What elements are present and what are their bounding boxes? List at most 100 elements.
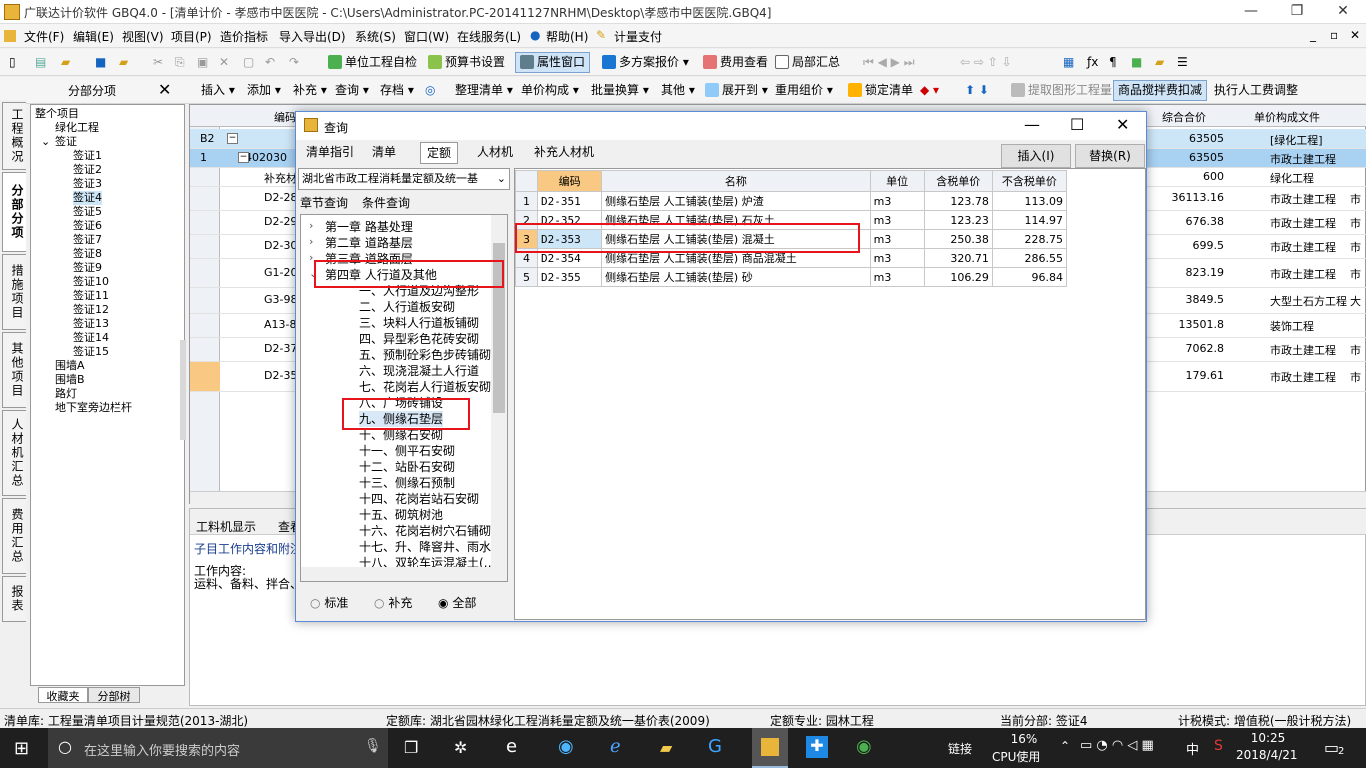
- tree-item[interactable]: 签证1: [73, 149, 102, 163]
- quota-cell-notax[interactable]: 286.55: [991, 248, 1068, 268]
- green-app-icon[interactable]: ◉: [856, 736, 872, 757]
- browser-icon[interactable]: ◉: [558, 736, 574, 757]
- up-icon[interactable]: ⬆ ⬇: [960, 80, 994, 101]
- tab-supplement-lmm[interactable]: 补充人材机: [528, 142, 600, 164]
- other-button[interactable]: 其他 ▾: [656, 80, 700, 101]
- plus-app-icon[interactable]: ✚: [806, 736, 828, 758]
- section-item[interactable]: 四、异型彩色花砖安砌: [359, 331, 479, 347]
- radio-supplement[interactable]: ○ 补充: [374, 594, 412, 611]
- row-total[interactable]: 676.38: [1144, 215, 1225, 228]
- radio-standard[interactable]: ○ 标准: [310, 594, 348, 611]
- quota-cell-unit[interactable]: m3: [869, 248, 925, 268]
- quota-cell-tax[interactable]: 123.78: [923, 191, 993, 211]
- quota-cell-n[interactable]: 5: [514, 267, 539, 287]
- tab-condition-query[interactable]: 条件查询: [362, 194, 410, 211]
- microphone-icon[interactable]: 🎙: [364, 738, 382, 754]
- section-item[interactable]: 六、现浇混凝土人行道: [359, 363, 479, 379]
- tree-item[interactable]: 路灯: [55, 387, 77, 401]
- row-number[interactable]: 1: [200, 151, 207, 164]
- maximize-button[interactable]: ❐: [1274, 0, 1320, 24]
- commodity-deduct-button[interactable]: 商品搅拌费扣减: [1113, 80, 1208, 101]
- quota-row[interactable]: 5 D2-355 侧缘石垫层 人工铺装(垫层) 砂 m3 106.29 96.84: [514, 267, 1068, 287]
- tree-item[interactable]: 签证11: [73, 289, 109, 303]
- row-extra[interactable]: 市: [1350, 215, 1361, 231]
- row-total[interactable]: 63505: [1144, 132, 1224, 145]
- tree-item[interactable]: 签证13: [73, 317, 109, 331]
- tab-section-items[interactable]: 分部分项: [2, 172, 26, 252]
- tab-chapter-query[interactable]: 章节查询: [300, 194, 348, 211]
- quota-col-header[interactable]: 单位: [869, 170, 925, 192]
- glodon-icon[interactable]: G: [708, 736, 722, 757]
- cut-icon[interactable]: ✂: [148, 52, 168, 73]
- row-code[interactable]: D2-35: [264, 369, 297, 382]
- calculator-icon[interactable]: ▦: [1058, 52, 1079, 73]
- row-code[interactable]: D2-28: [264, 191, 297, 204]
- tree-item[interactable]: 签证2: [73, 163, 102, 177]
- quota-cell-unit[interactable]: m3: [869, 191, 925, 211]
- chevron-right-icon[interactable]: ›: [309, 219, 313, 232]
- ie-icon[interactable]: ℯ: [610, 736, 621, 757]
- first-icon[interactable]: ⏮ ◀ ▶ ⏭: [858, 52, 920, 73]
- section-item[interactable]: 十七、升、降窨井、雨水: [359, 539, 491, 555]
- dialog-minimize-icon[interactable]: —: [1024, 115, 1040, 134]
- section-item[interactable]: 五、预制砼彩色步砖铺砌: [359, 347, 491, 363]
- section-item[interactable]: 七、花岗岩人行道板安砌: [359, 379, 491, 395]
- row-extra[interactable]: 市: [1350, 239, 1361, 255]
- quota-col-header[interactable]: 编码: [537, 170, 603, 192]
- row-extra[interactable]: 大: [1350, 293, 1361, 309]
- multi-plan-button[interactable]: 多方案报价 ▾: [597, 52, 694, 73]
- quota-col-header[interactable]: 名称: [601, 170, 871, 192]
- gbq-taskbar-button[interactable]: [752, 728, 788, 768]
- tab-quota[interactable]: 定额: [420, 142, 459, 164]
- row-price-file[interactable]: 市政土建工程: [1270, 239, 1336, 255]
- radio-all[interactable]: ◉ 全部: [438, 594, 476, 611]
- tab-section-tree[interactable]: 分部树: [88, 687, 140, 703]
- tab-other-items[interactable]: 其他项目: [2, 332, 26, 408]
- task-view-icon[interactable]: ❐: [404, 738, 418, 757]
- extract-button[interactable]: 提取图形工程量: [1006, 80, 1117, 101]
- save-all-icon[interactable]: ▰: [114, 52, 133, 73]
- row-code[interactable]: A13-8: [264, 318, 297, 331]
- row-extra[interactable]: 市: [1350, 191, 1361, 207]
- delete-icon[interactable]: ✕: [214, 52, 234, 73]
- menu-file[interactable]: 文件(F): [24, 28, 64, 45]
- windows-start-icon[interactable]: ⊞: [14, 738, 29, 759]
- row-price-file[interactable]: 市政土建工程: [1270, 215, 1336, 231]
- menu-window[interactable]: 窗口(W): [404, 28, 449, 45]
- section-item[interactable]: 十五、砌筑树池: [359, 507, 443, 523]
- row-number[interactable]: B2: [200, 132, 215, 145]
- row-total[interactable]: 179.61: [1144, 369, 1225, 382]
- quota-row[interactable]: 1 D2-351 侧缘石垫层 人工铺装(垫层) 炉渣 m3 123.78 113.09: [514, 191, 1068, 211]
- tray-chevron-up-icon[interactable]: ⌃: [1060, 739, 1070, 753]
- collapse-icon[interactable]: −: [238, 152, 249, 163]
- menu-system[interactable]: 系统(S): [355, 28, 396, 45]
- library-select[interactable]: 湖北省市政工程消耗量定额及统一基 ⌄: [298, 168, 510, 190]
- selfcheck-button[interactable]: 单位工程自检: [323, 52, 422, 73]
- quota-cell-notax[interactable]: 114.97: [991, 210, 1068, 230]
- formula-icon[interactable]: ƒx: [1082, 52, 1103, 73]
- budget-settings-button[interactable]: 预算书设置: [423, 52, 510, 73]
- replace-quota-button[interactable]: 替换(R): [1075, 144, 1145, 168]
- insert-quota-button[interactable]: 插入(I): [1001, 144, 1071, 168]
- tab-project-overview[interactable]: 工程概况: [2, 102, 26, 170]
- query-button[interactable]: 查询 ▾: [330, 80, 374, 101]
- tab-list-guide[interactable]: 清单指引: [300, 142, 360, 164]
- quota-cell-name[interactable]: 侧缘石垫层 人工铺装(垫层) 砂: [601, 267, 871, 287]
- paste-icon[interactable]: ▣: [192, 52, 213, 73]
- supplement-button[interactable]: 补充 ▾: [288, 80, 332, 101]
- property-window-button[interactable]: 属性窗口: [515, 52, 591, 73]
- lock-icon[interactable]: ▢: [238, 52, 259, 73]
- add-button[interactable]: 添加 ▾: [242, 80, 286, 101]
- quota-cell-tax[interactable]: 123.23: [923, 210, 993, 230]
- quota-cell-notax[interactable]: 96.84: [991, 267, 1068, 287]
- menu-online[interactable]: 在线服务(L): [457, 28, 521, 45]
- tray-link[interactable]: 链接: [948, 740, 972, 757]
- menu-edit[interactable]: 编辑(E): [73, 28, 114, 45]
- price-compose-button[interactable]: 单价构成 ▾: [516, 80, 584, 101]
- mdi-minimize[interactable]: _: [1310, 28, 1316, 42]
- quota-cell-n[interactable]: 1: [514, 191, 539, 211]
- tab-cost-summary[interactable]: 费用汇总: [2, 498, 26, 574]
- explorer-icon[interactable]: ▰: [660, 738, 672, 757]
- tree-root[interactable]: 整个项目: [35, 107, 79, 121]
- row-code[interactable]: 补充材: [264, 170, 297, 186]
